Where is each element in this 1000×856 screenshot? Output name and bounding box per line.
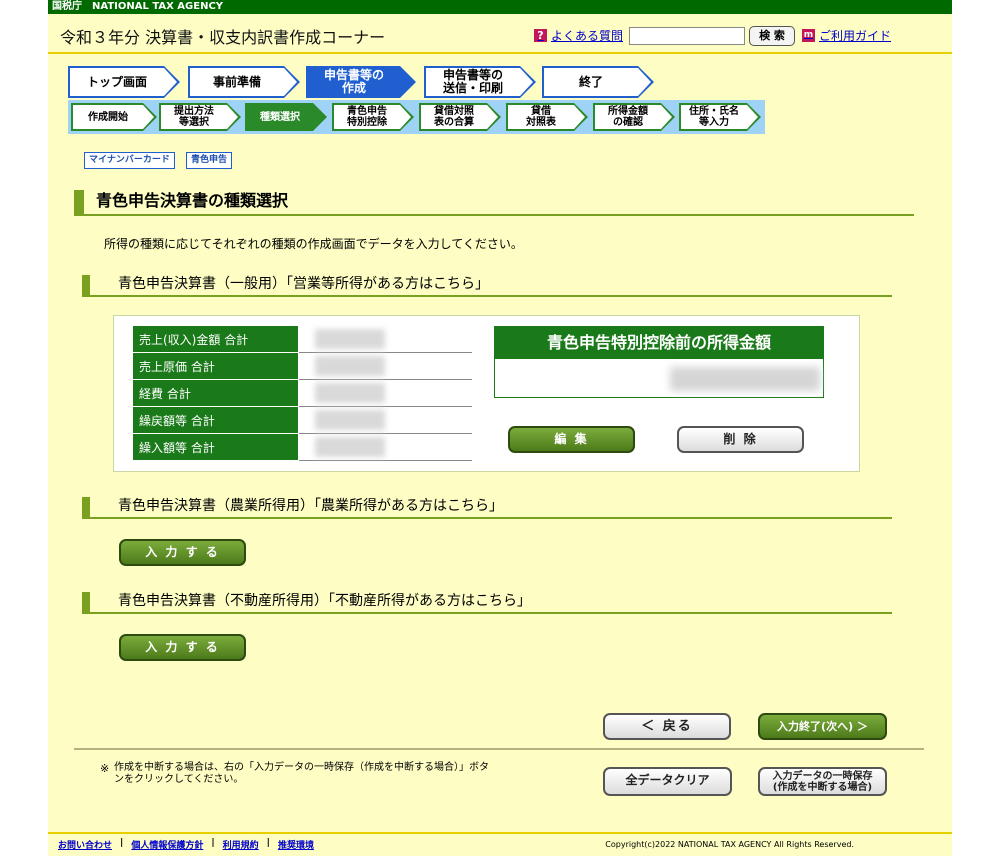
- book-icon: m: [802, 29, 815, 42]
- footer-link-contact[interactable]: お問い合わせ: [58, 838, 112, 851]
- general-panel: 売上(収入)金額 合計 売上原価 合計 経費 合計 繰戻額等 合計 繰入額等 合…: [113, 315, 860, 472]
- row-value: [298, 325, 472, 353]
- header: 令和３年分 決算書・収支内訳書作成コーナー ? よくある質問 検 索 m ご利用…: [48, 14, 952, 54]
- divider: [74, 748, 924, 750]
- table-row: 売上(収入)金額 合計: [132, 325, 472, 353]
- page-title: 青色申告決算書の種類選択: [74, 190, 914, 216]
- substep-income: 所得金額 の確認: [593, 103, 675, 131]
- step-create: 申告書等の 作成: [306, 66, 416, 98]
- row-label: 繰戻額等 合計: [132, 406, 299, 434]
- footer: お問い合わせ | 個人情報保護方針 | 利用規約 | 推奨環境 Copyright(c…: [48, 832, 952, 856]
- substep-bs-sum: 貸借対照 表の合算: [419, 103, 501, 131]
- footer-link-environment[interactable]: 推奨環境: [278, 838, 314, 851]
- agency-banner: 国税庁 NATIONAL TAX AGENCY: [48, 0, 952, 14]
- step-top[interactable]: トップ画面: [68, 66, 180, 98]
- delete-button[interactable]: 削 除: [677, 426, 804, 453]
- row-value: [298, 433, 472, 461]
- substep-type: 種類選択: [245, 103, 327, 131]
- mynumber-tag: マイナンバーカード: [84, 152, 175, 169]
- question-icon: ?: [534, 29, 547, 42]
- table-row: 経費 合計: [132, 379, 472, 407]
- temp-save-line2: (作成を中断する場合): [772, 782, 873, 793]
- substep-start[interactable]: 作成開始: [71, 103, 157, 131]
- substep-bs: 貸借 対照表: [506, 103, 588, 131]
- table-row: 売上原価 合計: [132, 352, 472, 380]
- temp-save-line1: 入力データの一時保存: [772, 771, 873, 782]
- substep-method[interactable]: 提出方法 等選択: [159, 103, 241, 131]
- row-label: 経費 合計: [132, 379, 299, 407]
- footer-link-terms[interactable]: 利用規約: [223, 838, 259, 851]
- table-row: 繰戻額等 合計: [132, 406, 472, 434]
- step-preparation[interactable]: 事前準備: [188, 66, 300, 98]
- row-value: [298, 379, 472, 407]
- substep-address: 住所・氏名 等入力: [679, 103, 761, 131]
- temp-save-button[interactable]: 入力データの一時保存 (作成を中断する場合): [758, 767, 887, 796]
- search-button[interactable]: 検 索: [749, 26, 795, 46]
- row-label: 繰入額等 合計: [132, 433, 299, 461]
- row-label: 売上原価 合計: [132, 352, 299, 380]
- realestate-input-button[interactable]: 入 力 す る: [119, 634, 246, 661]
- description: 所得の種類に応じてそれぞれの種類の作成画面でデータを入力してください。: [104, 237, 523, 251]
- search-input[interactable]: [629, 27, 745, 45]
- app-title: 令和３年分 決算書・収支内訳書作成コーナー: [60, 28, 386, 47]
- amount-table: 売上(収入)金額 合計 売上原価 合計 経費 合計 繰戻額等 合計 繰入額等 合…: [132, 325, 472, 461]
- row-value: [298, 406, 472, 434]
- guide-label: ご利用ガイド: [819, 29, 892, 43]
- substep-deduction: 青色申告 特別控除: [332, 103, 414, 131]
- income-box: 青色申告特別控除前の所得金額: [494, 326, 824, 398]
- footer-link-privacy[interactable]: 個人情報保護方針: [131, 838, 203, 851]
- copyright: Copyright(c)2022 NATIONAL TAX AGENCY All…: [605, 840, 854, 849]
- faq-link[interactable]: ? よくある質問: [534, 27, 623, 44]
- section-general-heading: 青色申告決算書（一般用）「営業等所得がある方はこちら」: [82, 275, 892, 297]
- edit-button[interactable]: 編 集: [508, 426, 635, 453]
- note-mark: ※: [100, 762, 110, 775]
- income-title: 青色申告特別控除前の所得金額: [495, 327, 823, 359]
- row-value: [298, 352, 472, 380]
- agri-input-button[interactable]: 入 力 す る: [119, 539, 246, 566]
- sub-step-bar: 作成開始 提出方法 等選択 種類選択 青色申告 特別控除 貸借対照 表の合算 貸…: [68, 100, 765, 134]
- clear-all-button[interactable]: 全データクリア: [603, 767, 732, 796]
- step-send-print: 申告書等の 送信・印刷: [424, 66, 536, 98]
- income-value: [495, 359, 823, 397]
- note-text: 作成を中断する場合は、右の「入力データの一時保存（作成を中断する場合）」ボタンを…: [114, 762, 489, 785]
- blue-return-tag: 青色申告: [186, 152, 233, 169]
- faq-label: よくある質問: [551, 29, 624, 43]
- step-finish: 終了: [542, 66, 654, 98]
- table-row: 繰入額等 合計: [132, 433, 472, 461]
- footer-links: お問い合わせ | 個人情報保護方針 | 利用規約 | 推奨環境: [58, 838, 314, 851]
- guide-link[interactable]: m ご利用ガイド: [802, 27, 891, 44]
- row-label: 売上(収入)金額 合計: [132, 325, 299, 353]
- section-realestate-heading: 青色申告決算書（不動産所得用）「不動産所得がある方はこちら」: [82, 592, 892, 614]
- section-agri-heading: 青色申告決算書（農業所得用）「農業所得がある方はこちら」: [82, 497, 892, 519]
- back-button[interactable]: ＜ 戻る: [603, 713, 731, 740]
- next-button[interactable]: 入力終了(次へ) ＞: [758, 713, 887, 740]
